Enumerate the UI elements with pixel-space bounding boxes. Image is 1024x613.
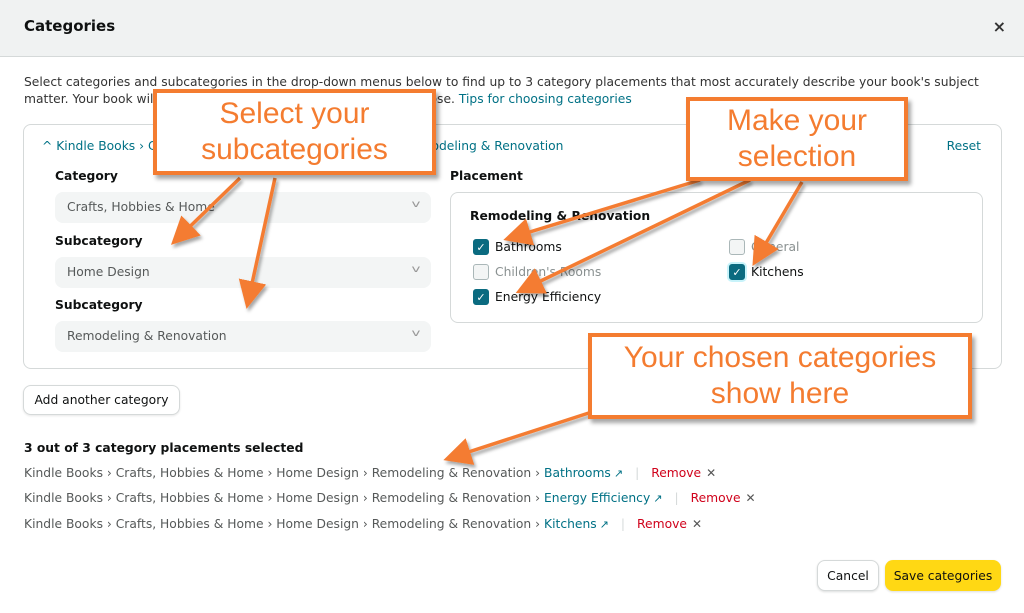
checkbox-check-icon[interactable]: ✓ xyxy=(729,264,745,280)
modal-header: Categories × xyxy=(0,0,1024,57)
checkbox-empty[interactable] xyxy=(729,239,745,255)
checkbox-childrens-rooms[interactable]: Children's Rooms xyxy=(473,264,601,280)
callout-select-subcategories: Select your subcategories xyxy=(153,89,436,175)
placement-box: Remodeling & Renovation ✓ Bathrooms Chil… xyxy=(450,192,983,323)
subcategory-select-1-value: Home Design xyxy=(67,265,150,279)
checkbox-check-icon[interactable]: ✓ xyxy=(473,289,489,305)
cancel-button[interactable]: Cancel xyxy=(817,560,879,591)
remove-link[interactable]: Remove xyxy=(651,466,701,480)
checkbox-label: General xyxy=(751,240,800,254)
external-link-icon[interactable]: ↗ xyxy=(653,492,662,505)
arrow-to-selection-list xyxy=(443,408,599,465)
checkbox-label: Bathrooms xyxy=(495,240,562,254)
callout-make-selection: Make your selection xyxy=(686,97,908,181)
selection-count: 3 out of 3 category placements selected xyxy=(24,441,304,455)
checkbox-kitchens[interactable]: ✓ Kitchens xyxy=(729,264,804,280)
collapse-icon[interactable]: ^ xyxy=(42,139,52,153)
checkbox-empty[interactable] xyxy=(473,264,489,280)
subcategory-label-1: Subcategory xyxy=(55,234,143,248)
remove-icon[interactable]: ✕ xyxy=(706,466,716,480)
selected-category-row: Kindle Books › Crafts, Hobbies & Home › … xyxy=(24,491,756,505)
external-link-icon[interactable]: ↗ xyxy=(600,518,609,531)
remove-icon[interactable]: ✕ xyxy=(692,517,702,531)
chevron-down-icon: v xyxy=(411,264,421,275)
checkbox-label: Energy Efficiency xyxy=(495,290,602,304)
category-label: Category xyxy=(55,169,118,183)
save-categories-button[interactable]: Save categories xyxy=(885,560,1001,591)
subcategory-select-2[interactable]: Remodeling & Renovation v xyxy=(55,321,431,352)
placement-label: Placement xyxy=(450,169,523,183)
selected-category-row: Kindle Books › Crafts, Hobbies & Home › … xyxy=(24,466,716,480)
separator: | xyxy=(620,517,626,531)
selected-path: Kindle Books › Crafts, Hobbies & Home › … xyxy=(24,466,541,480)
external-link-icon[interactable]: ↗ xyxy=(614,467,623,480)
selected-leaf-link[interactable]: Energy Efficiency xyxy=(544,491,650,505)
selected-category-row: Kindle Books › Crafts, Hobbies & Home › … xyxy=(24,517,702,531)
checkbox-check-icon[interactable]: ✓ xyxy=(473,239,489,255)
modal-title: Categories xyxy=(24,17,116,35)
close-icon[interactable]: × xyxy=(993,17,1006,37)
add-another-category-button[interactable]: Add another category xyxy=(23,385,180,415)
chevron-down-icon: v xyxy=(411,328,421,339)
reset-link[interactable]: Reset xyxy=(947,139,981,153)
separator: | xyxy=(674,491,679,505)
placement-group-title: Remodeling & Renovation xyxy=(470,209,651,223)
remove-link[interactable]: Remove xyxy=(637,517,687,531)
selected-leaf-link[interactable]: Kitchens xyxy=(544,517,597,531)
remove-link[interactable]: Remove xyxy=(691,491,741,505)
subcategory-select-1[interactable]: Home Design v xyxy=(55,257,431,288)
checkbox-label: Children's Rooms xyxy=(495,265,602,279)
remove-icon[interactable]: ✕ xyxy=(746,491,756,505)
selected-path: Kindle Books › Crafts, Hobbies & Home › … xyxy=(24,517,541,531)
checkbox-label: Kitchens xyxy=(751,265,804,279)
subcategory-select-2-value: Remodeling & Renovation xyxy=(67,329,227,343)
checkbox-energy-efficiency[interactable]: ✓ Energy Efficiency xyxy=(473,289,601,305)
selected-path: Kindle Books › Crafts, Hobbies & Home › … xyxy=(24,491,541,505)
category-select[interactable]: Crafts, Hobbies & Home v xyxy=(55,192,431,223)
subcategory-label-2: Subcategory xyxy=(55,298,143,312)
chevron-down-icon: v xyxy=(411,199,421,210)
selected-leaf-link[interactable]: Bathrooms xyxy=(544,466,611,480)
tips-link[interactable]: Tips for choosing categories xyxy=(459,92,632,106)
category-select-value: Crafts, Hobbies & Home xyxy=(67,200,215,214)
checkbox-bathrooms[interactable]: ✓ Bathrooms xyxy=(473,239,562,255)
separator: | xyxy=(635,466,640,480)
checkbox-general[interactable]: General xyxy=(729,239,799,255)
callout-chosen-categories: Your chosen categories show here xyxy=(588,333,972,419)
